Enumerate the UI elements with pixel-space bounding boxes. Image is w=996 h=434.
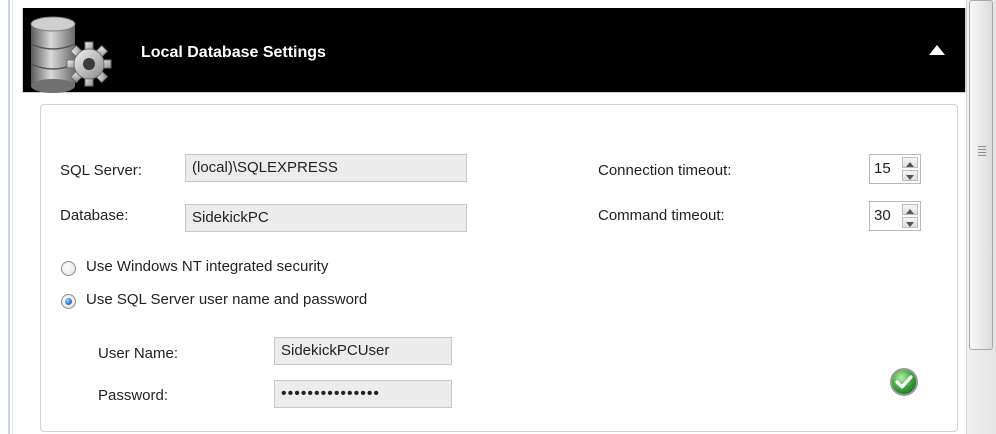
- spin-down-button[interactable]: [902, 217, 918, 228]
- radio-sql-auth[interactable]: [61, 294, 76, 309]
- command-timeout-stepper[interactable]: 30: [869, 201, 921, 231]
- connection-timeout-value[interactable]: 15: [874, 155, 891, 183]
- vertical-scrollbar[interactable]: [966, 0, 996, 434]
- spin-down-icon: [906, 167, 914, 185]
- radio-windows-security[interactable]: [61, 261, 76, 276]
- window-frame-left: [8, 0, 10, 434]
- connection-timeout-stepper[interactable]: 15: [869, 154, 921, 184]
- ok-check-icon[interactable]: [889, 367, 919, 397]
- radio-windows-security-label[interactable]: Use Windows NT integrated security: [86, 258, 328, 275]
- collapse-arrow-icon: [928, 44, 946, 56]
- collapse-button[interactable]: [923, 38, 951, 62]
- settings-panel: SQL Server: (local)\SQLEXPRESS Database:…: [40, 104, 958, 432]
- password-label: Password:: [98, 387, 169, 404]
- password-field[interactable]: •••••••••••••••: [274, 380, 452, 408]
- username-field[interactable]: SidekickPCUser: [274, 337, 452, 365]
- database-gear-icon: [27, 14, 123, 94]
- sql-server-label: SQL Server:: [60, 162, 142, 179]
- radio-sql-auth-label[interactable]: Use SQL Server user name and password: [86, 291, 367, 308]
- header-title: Local Database Settings: [141, 44, 326, 61]
- connection-timeout-label: Connection timeout:: [598, 162, 732, 179]
- username-label: User Name:: [98, 345, 179, 362]
- settings-header: Local Database Settings: [22, 8, 966, 93]
- scrollbar-thumb[interactable]: [969, 0, 993, 350]
- database-label: Database:: [60, 207, 129, 224]
- command-timeout-value[interactable]: 30: [874, 202, 891, 230]
- command-timeout-label: Command timeout:: [598, 207, 725, 224]
- scroll-grip-icon: [978, 146, 986, 158]
- database-field[interactable]: SidekickPC: [185, 204, 467, 232]
- window-frame-inner: [12, 0, 13, 434]
- spin-down-button[interactable]: [902, 170, 918, 181]
- sql-server-field[interactable]: (local)\SQLEXPRESS: [185, 154, 467, 182]
- spin-down-icon: [906, 214, 914, 232]
